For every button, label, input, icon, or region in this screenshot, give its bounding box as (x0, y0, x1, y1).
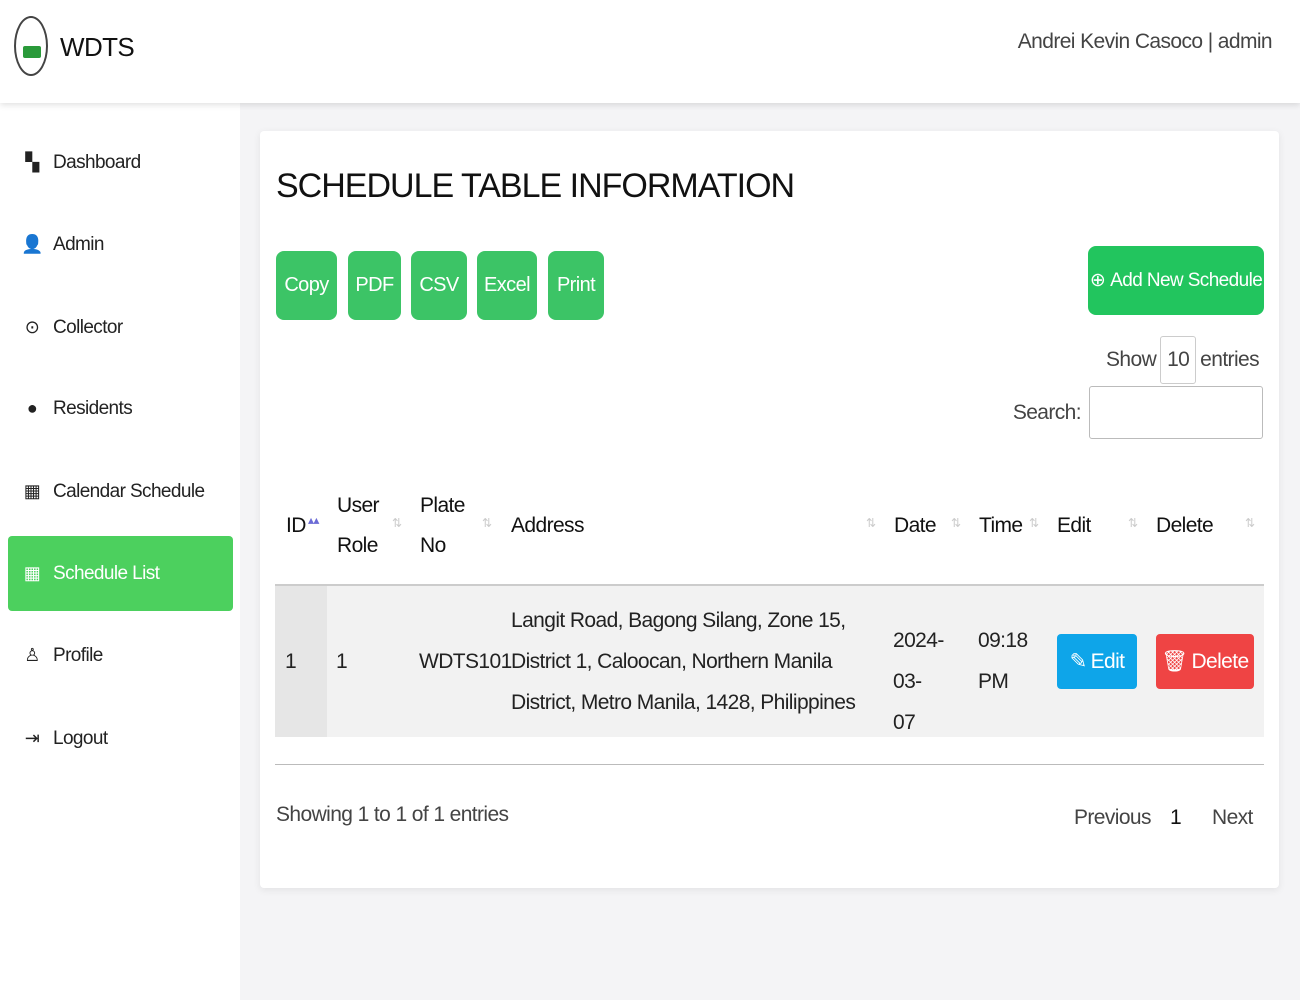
column-header-plate-no[interactable]: Plate No (420, 486, 470, 566)
location-pin-icon: ⊙ (24, 317, 40, 337)
sort-icon: ⇅ (866, 516, 876, 530)
cell-time: 09:18 PM (978, 629, 1028, 693)
sidebar-item-collector[interactable]: ⊙ Collector (8, 290, 233, 365)
profile-icon: ♙ (24, 645, 40, 665)
sidebar-item-profile[interactable]: ♙ Profile (8, 618, 233, 693)
divider (275, 764, 1264, 765)
schedule-card: SCHEDULE TABLE INFORMATION Copy PDF CSV … (260, 131, 1279, 888)
print-button[interactable]: Print (548, 251, 604, 320)
sidebar-item-logout[interactable]: ⇥ Logout (8, 701, 233, 776)
copy-button[interactable]: Copy (276, 251, 337, 320)
user-info[interactable]: Andrei Kevin Casoco | admin (1018, 30, 1273, 54)
pdf-button[interactable]: PDF (348, 251, 401, 320)
column-header-time[interactable]: Time (979, 506, 1023, 546)
csv-button[interactable]: CSV (411, 251, 467, 320)
header: WDTS Andrei Kevin Casoco | admin (0, 0, 1300, 103)
table-info: Showing 1 to 1 of 1 entries (276, 803, 509, 826)
column-header-address[interactable]: Address (511, 506, 584, 546)
entries-length: Show 10 entries (1106, 336, 1260, 384)
excel-button[interactable]: Excel (477, 251, 537, 320)
cell-address: Langit Road, Bagong Silang, Zone 15, Dis… (511, 609, 856, 714)
sort-asc-icon: ▴▴ (308, 513, 319, 527)
cell-date: 2024-03-07 (893, 629, 944, 734)
cell-user-role: 1 (336, 650, 348, 673)
column-header-id[interactable]: ID (286, 506, 306, 546)
dashboard-icon: ▚ (25, 152, 39, 172)
sort-icon: ⇅ (1128, 516, 1138, 530)
truck-icon (23, 46, 41, 58)
trash-icon: 🗑 (1161, 649, 1188, 673)
sidebar-item-residents[interactable]: ● Residents (8, 371, 233, 446)
column-header-edit[interactable]: Edit (1057, 506, 1091, 546)
search-input[interactable] (1089, 386, 1263, 439)
sidebar-item-calendar-schedule[interactable]: ▦ Calendar Schedule (8, 454, 233, 529)
entries-select[interactable]: 10 (1160, 336, 1197, 384)
table-row: 1 1 WDTS101 Langit Road, Bagong Silang, … (275, 584, 1264, 737)
column-header-user-role[interactable]: User Role (337, 486, 387, 566)
plus-circle-icon: ⊕ (1089, 270, 1106, 291)
sort-icon: ⇅ (1029, 516, 1039, 530)
logo (14, 16, 48, 76)
edit-button[interactable]: ✎ Edit (1057, 634, 1137, 689)
edit-icon: ✎ (1069, 650, 1088, 673)
cell-id: 1 (285, 650, 297, 673)
brand-name: WDTS (60, 32, 135, 62)
admin-icon: 👤 (21, 234, 43, 254)
sort-icon: ⇅ (482, 516, 492, 530)
sort-icon: ⇅ (951, 516, 961, 530)
sidebar-item-schedule-list[interactable]: ▦ Schedule List (8, 536, 233, 611)
calendar-list-icon: ▦ (23, 563, 41, 583)
logout-icon: ⇥ (24, 728, 40, 748)
pagination-next[interactable]: Next (1212, 806, 1253, 830)
search: Search: (1013, 386, 1263, 439)
column-header-delete[interactable]: Delete (1156, 506, 1214, 546)
cell-plate-no: WDTS101 (419, 650, 512, 673)
pagination-previous[interactable]: Previous (1074, 806, 1152, 830)
pagination-page-1[interactable]: 1 (1170, 806, 1182, 830)
delete-button[interactable]: 🗑 Delete (1156, 634, 1254, 689)
add-new-schedule-button[interactable]: ⊕ Add New Schedule (1088, 246, 1264, 315)
sort-icon: ⇅ (1245, 516, 1255, 530)
column-header-date[interactable]: Date (894, 506, 937, 546)
calendar-icon: ▦ (23, 481, 41, 501)
sidebar: ▚ Dashboard 👤 Admin ⊙ Collector ● Residents … (0, 103, 240, 1000)
sort-icon: ⇅ (392, 516, 402, 530)
sidebar-item-admin[interactable]: 👤 Admin (8, 207, 233, 282)
page-title: SCHEDULE TABLE INFORMATION (276, 167, 795, 205)
sidebar-item-dashboard[interactable]: ▚ Dashboard (8, 125, 233, 200)
user-icon: ● (26, 398, 38, 418)
